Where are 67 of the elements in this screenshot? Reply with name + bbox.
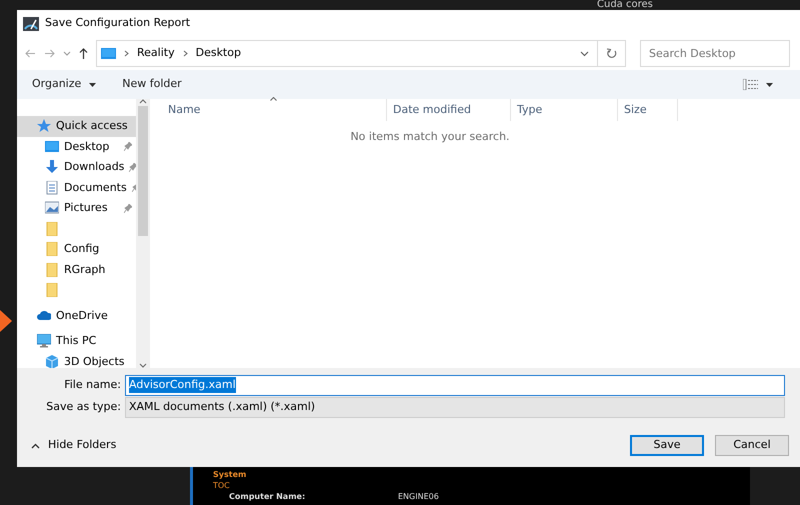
sidebar-item[interactable]: Documents (17, 178, 136, 198)
empty-message: No items match your search. (349, 129, 511, 145)
up-button[interactable] (79, 48, 88, 59)
field-label: File name: (63, 376, 121, 393)
field-label: Computer Name: (228, 491, 306, 502)
computer-icon (37, 334, 51, 348)
cube-icon (45, 354, 59, 368)
star-icon (37, 119, 51, 134)
app-icon (23, 16, 39, 30)
chevron-icon (31, 442, 40, 448)
hide-folders-button[interactable]: Hide Folders (25, 436, 122, 455)
pin-icon (129, 162, 136, 172)
window-title: Save Configuration Report (45, 15, 190, 32)
picture-icon (45, 201, 59, 216)
scrollbar[interactable] (136, 99, 150, 368)
field-value: ENGINE06 (398, 491, 439, 502)
column-header[interactable]: Date modified (387, 99, 511, 121)
desktop-icon (101, 48, 116, 59)
caret-icon (63, 50, 71, 56)
chevron-icon (0, 310, 12, 332)
breadcrumb[interactable]: Desktop (196, 45, 241, 62)
pin-icon (124, 204, 132, 213)
sidebar-item[interactable]: RGraph (17, 260, 136, 280)
download-icon (45, 160, 59, 174)
file-type-dropdown[interactable]: XAML documents (.xaml) (*.xaml) (125, 396, 785, 418)
caret-icon (766, 82, 773, 86)
pin-icon (124, 142, 132, 152)
sidebar-item[interactable]: Downloads (17, 157, 136, 178)
refresh-icon (606, 48, 617, 59)
document-icon (45, 180, 59, 195)
folder-icon (45, 283, 59, 298)
chevron-icon (139, 363, 147, 368)
dialog-button[interactable]: Cancel (715, 435, 789, 456)
toc-link[interactable]: TOC (213, 481, 230, 490)
desktop-icon (45, 140, 59, 154)
new-folder-button[interactable]: New folder (122, 74, 182, 95)
breadcrumb[interactable]: Reality (137, 45, 175, 62)
column-header[interactable]: Size (618, 99, 678, 121)
address-bar[interactable]: Reality Desktop (96, 40, 626, 67)
view-options-button[interactable] (743, 77, 773, 92)
folder-icon (45, 222, 59, 236)
section-heading: System (213, 469, 248, 480)
caret-icon (89, 82, 96, 86)
sidebar-item[interactable]: Config (17, 239, 136, 260)
folder-icon (45, 262, 59, 277)
sidebar-item[interactable]: OneDrive (17, 306, 136, 326)
sidebar-item[interactable]: This PC (17, 331, 136, 352)
field-label: Save as type: (45, 398, 121, 415)
chevron-icon (182, 50, 188, 57)
sidebar-item[interactable]: Pictures (17, 198, 136, 218)
forward-button[interactable] (44, 49, 55, 58)
dialog-button[interactable]: Save (630, 435, 704, 456)
sidebar-item[interactable]: Quick access (17, 116, 136, 136)
chevron-icon (139, 99, 147, 104)
chevron-icon (124, 50, 129, 57)
column-header[interactable]: Type (511, 99, 618, 121)
column-header[interactable]: Name (150, 99, 387, 121)
caret-icon (580, 50, 589, 56)
organize-button[interactable]: Organize (32, 74, 96, 95)
back-button[interactable] (25, 49, 36, 58)
view-list-icon (743, 79, 758, 90)
search-field[interactable]: Search Desktop (640, 40, 790, 67)
cloud-icon (37, 308, 51, 323)
sidebar-item[interactable]: Desktop (17, 136, 136, 157)
file-name-field[interactable]: AdvisorConfig.xaml (125, 374, 785, 396)
folder-icon (45, 242, 59, 256)
sidebar-item[interactable]: 3D Objects (17, 352, 136, 368)
